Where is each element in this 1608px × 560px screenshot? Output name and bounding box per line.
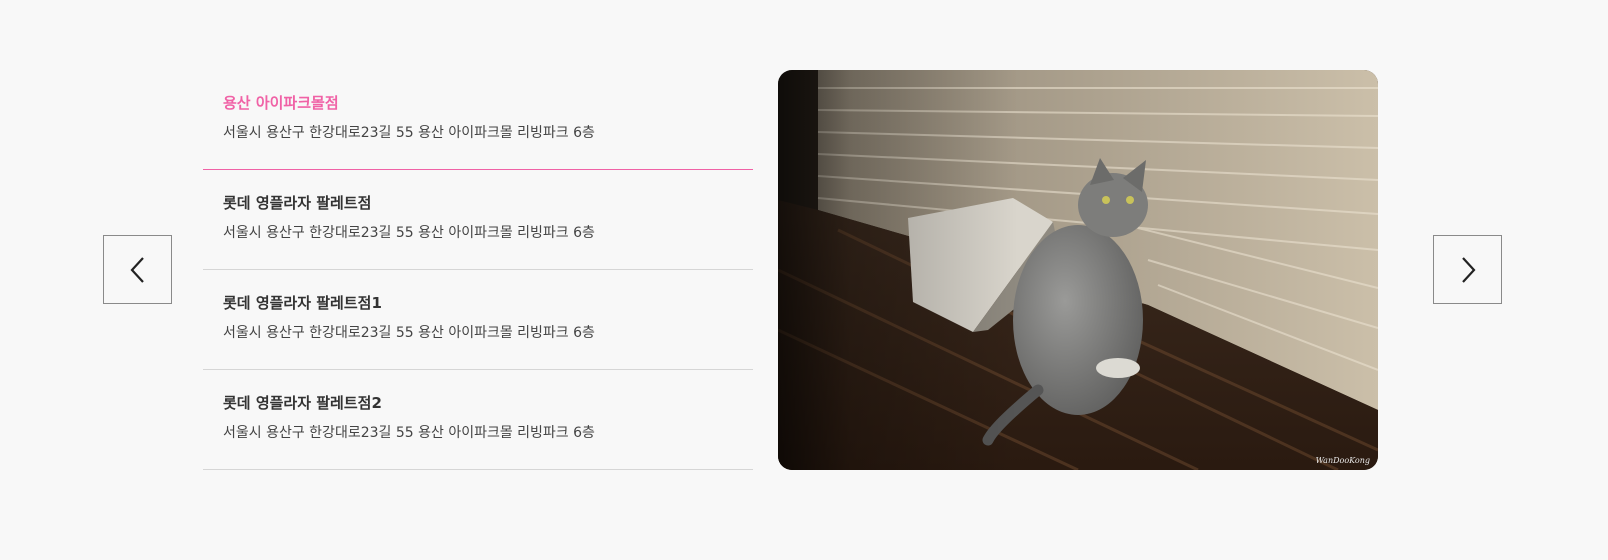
- store-item[interactable]: 롯데 영플라자 팔레트점 서울시 용산구 한강대로23길 55 용산 아이파크몰…: [203, 170, 753, 270]
- photo-watermark: WanDooKong: [1315, 456, 1370, 465]
- store-address: 서울시 용산구 한강대로23길 55 용산 아이파크몰 리빙파크 6층: [223, 225, 595, 241]
- store-address: 서울시 용산구 한강대로23길 55 용산 아이파크몰 리빙파크 6층: [223, 425, 595, 441]
- store-item[interactable]: 롯데 영플라자 팔레트점2 서울시 용산구 한강대로23길 55 용산 아이파크…: [203, 370, 753, 470]
- next-button[interactable]: [1433, 235, 1502, 304]
- store-name: 롯데 영플라자 팔레트점1: [223, 294, 382, 312]
- store-slider: 용산 아이파크몰점 서울시 용산구 한강대로23길 55 용산 아이파크몰 리빙…: [0, 0, 1608, 560]
- chevron-right-icon: [1461, 256, 1475, 283]
- store-name: 롯데 영플라자 팔레트점2: [223, 394, 382, 412]
- store-item[interactable]: 용산 아이파크몰점 서울시 용산구 한강대로23길 55 용산 아이파크몰 리빙…: [203, 70, 753, 170]
- chevron-left-icon: [130, 256, 144, 283]
- store-item[interactable]: 롯데 영플라자 팔레트점1 서울시 용산구 한강대로23길 55 용산 아이파크…: [203, 270, 753, 370]
- store-list: 용산 아이파크몰점 서울시 용산구 한강대로23길 55 용산 아이파크몰 리빙…: [203, 70, 753, 470]
- prev-button[interactable]: [103, 235, 172, 304]
- store-name: 롯데 영플라자 팔레트점: [223, 194, 372, 212]
- cat-photo-illustration: [778, 70, 1378, 470]
- store-photo: WanDooKong: [778, 70, 1378, 470]
- store-name: 용산 아이파크몰점: [223, 94, 339, 112]
- store-address: 서울시 용산구 한강대로23길 55 용산 아이파크몰 리빙파크 6층: [223, 125, 595, 141]
- store-address: 서울시 용산구 한강대로23길 55 용산 아이파크몰 리빙파크 6층: [223, 325, 595, 341]
